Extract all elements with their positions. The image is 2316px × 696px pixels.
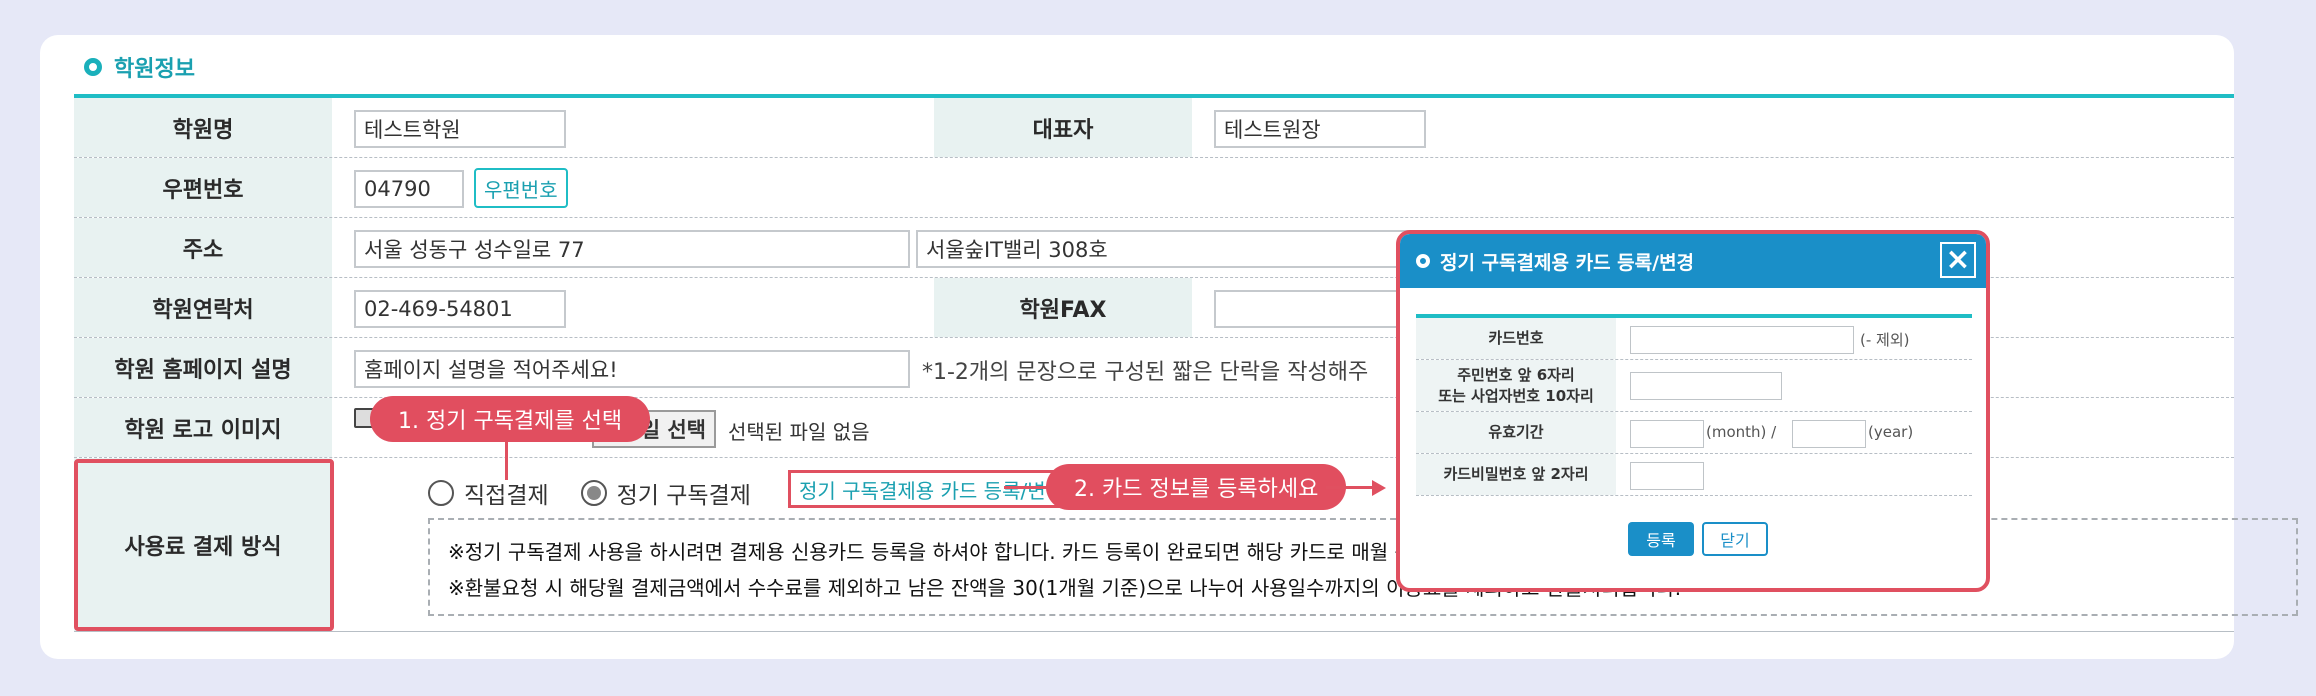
id-number-input[interactable] (1630, 372, 1782, 400)
radio-direct[interactable] (428, 480, 454, 506)
label-expiry: 유효기간 (1416, 412, 1616, 453)
notice-line-1: ※정기 구독결제 사용을 하시려면 결제용 신용카드 등록을 하셔야 합니다. … (448, 540, 1432, 564)
fax-input[interactable] (1214, 290, 1426, 328)
callout-1-connector (505, 440, 508, 480)
close-icon[interactable]: × (1940, 242, 1976, 278)
label-id-number-line2: 또는 사업자번호 10자리 (1438, 386, 1594, 405)
card-register-link[interactable]: 정기 구독결제용 카드 등록/변경 (788, 470, 1076, 508)
postal-search-button[interactable]: 우편번호 (474, 168, 568, 208)
radio-direct-label: 직접결제 (464, 483, 549, 509)
file-status: 선택된 파일 없음 (728, 420, 870, 444)
label-address: 주소 (74, 218, 332, 277)
label-postal: 우편번호 (74, 158, 332, 217)
form-row: 카드비밀번호 앞 2자리 (1416, 454, 1972, 496)
section-title: 학원정보 (84, 50, 195, 84)
payment-notice: ※정기 구독결제 사용을 하시려면 결제용 신용카드 등록을 하셔야 합니다. … (428, 518, 2298, 616)
homepage-note: *1-2개의 문장으로 구성된 짧은 단락을 작성해주 (922, 360, 1369, 385)
label-fax: 학원FAX (934, 278, 1192, 337)
label-id-number: 주민번호 앞 6자리 또는 사업자번호 10자리 (1416, 360, 1616, 411)
modal-title: 정기 구독결제용 카드 등록/변경 (1440, 251, 1695, 274)
card-password-input[interactable] (1630, 462, 1704, 490)
form-row: 카드번호 (- 제외) (1416, 318, 1972, 360)
form-row: 유효기간 (month) / (year) (1416, 412, 1972, 454)
card-number-hint: (- 제외) (1860, 331, 1910, 349)
payment-radio-group: 직접결제 정기 구독결제 (428, 476, 751, 510)
academy-name-input[interactable]: 테스트학원 (354, 110, 566, 148)
card-number-input[interactable] (1630, 326, 1854, 354)
register-button[interactable]: 등록 (1628, 522, 1694, 556)
section-title-text: 학원정보 (114, 57, 195, 82)
address-input[interactable]: 서울 성동구 성수일로 77 (354, 230, 910, 268)
callout-2-right-connector (1326, 486, 1374, 489)
circle-bullet-icon (1416, 254, 1430, 268)
table-row: 학원명 테스트학원 대표자 테스트원장 (74, 98, 2234, 158)
table-row: 우편번호 04790 우편번호 (74, 158, 2234, 218)
expiry-year-input[interactable] (1792, 420, 1866, 448)
callout-2-left-connector (1004, 486, 1048, 489)
callout-step-1: 1. 정기 구독결제를 선택 (370, 396, 651, 442)
notice-line-2: ※환불요청 시 해당월 결제금액에서 수수료를 제외하고 남은 잔액을 30(1… (448, 576, 1682, 600)
expiry-month-label: (month) / (1706, 423, 1777, 441)
label-payment: 사용료 결제 방식 (74, 458, 332, 631)
expiry-year-label: (year) (1868, 423, 1914, 441)
phone-input[interactable]: 02-469-54801 (354, 290, 566, 328)
close-button[interactable]: 닫기 (1702, 522, 1768, 556)
expiry-month-input[interactable] (1630, 420, 1704, 448)
label-phone: 학원연락처 (74, 278, 332, 337)
label-homepage: 학원 홈페이지 설명 (74, 338, 332, 397)
radio-subscription[interactable] (580, 480, 607, 506)
label-academy-name: 학원명 (74, 98, 332, 157)
homepage-desc-input[interactable]: 홈페이지 설명을 적어주세요! (354, 350, 910, 388)
card-form-table: 카드번호 (- 제외) 주민번호 앞 6자리 또는 사업자번호 10자리 유효기… (1416, 314, 1972, 496)
radio-subscription-label: 정기 구독결제 (616, 483, 751, 509)
label-id-number-line1: 주민번호 앞 6자리 (1457, 365, 1575, 384)
circle-bullet-icon (84, 58, 102, 76)
label-logo: 학원 로고 이미지 (74, 398, 332, 457)
label-card-number: 카드번호 (1416, 318, 1616, 359)
form-row: 주민번호 앞 6자리 또는 사업자번호 10자리 (1416, 360, 1972, 412)
callout-step-2: 2. 카드 정보를 등록하세요 (1046, 464, 1347, 510)
postal-code-input[interactable]: 04790 (354, 170, 464, 208)
modal-header: 정기 구독결제용 카드 등록/변경 × (1400, 234, 1986, 288)
address-detail-input[interactable]: 서울숲IT밸리 308호 (916, 230, 1436, 268)
label-card-password: 카드비밀번호 앞 2자리 (1416, 454, 1616, 495)
card-register-modal: 정기 구독결제용 카드 등록/변경 × 카드번호 (- 제외) 주민번호 앞 6… (1396, 230, 1990, 592)
arrow-right-icon (1372, 480, 1386, 496)
label-representative: 대표자 (934, 98, 1192, 157)
representative-input[interactable]: 테스트원장 (1214, 110, 1426, 148)
